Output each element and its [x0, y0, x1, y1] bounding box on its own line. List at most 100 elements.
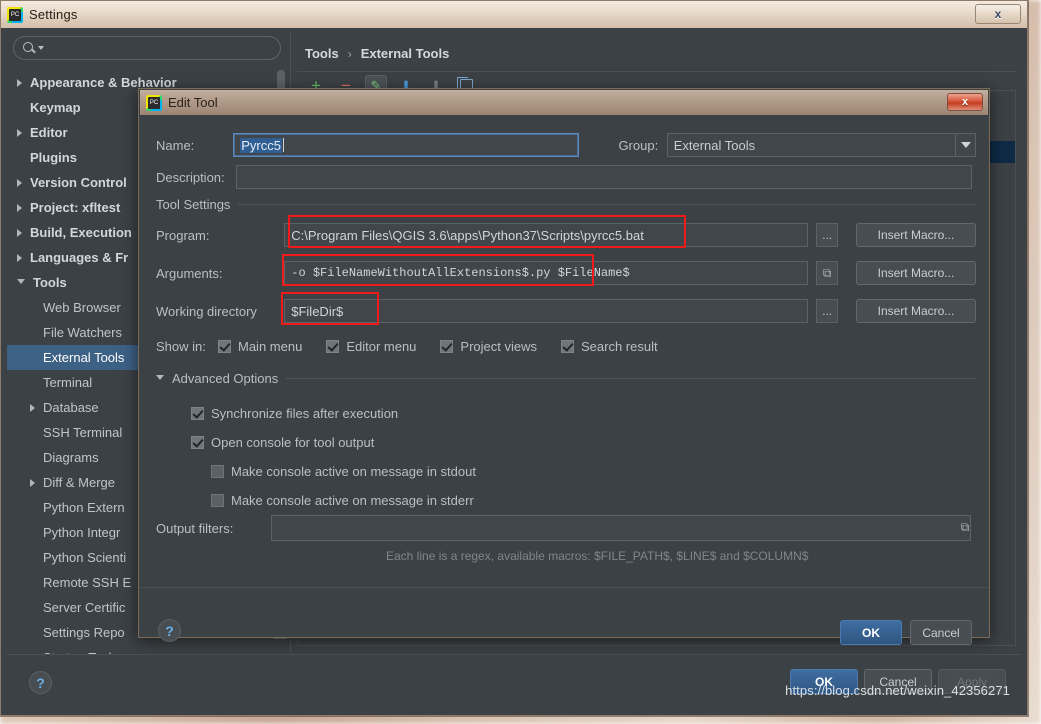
divider — [238, 204, 976, 205]
search-icon — [22, 41, 36, 55]
checkbox-icon[interactable] — [191, 407, 204, 420]
sidebar-item-label: Project: xfltest — [30, 200, 121, 215]
advanced-option-label: Make console active on message in stdout — [231, 464, 476, 479]
advanced-option-label: Make console active on message in stderr — [231, 493, 474, 508]
show-in-label: Show in: — [156, 339, 206, 354]
group-select[interactable]: External Tools — [666, 133, 976, 157]
advanced-option-label: Open console for tool output — [211, 435, 375, 450]
chevron-down-icon — [156, 375, 164, 384]
sidebar-item-label: Build, Execution — [30, 225, 132, 240]
sidebar-item-label: Plugins — [30, 150, 77, 165]
description-input[interactable] — [236, 165, 972, 189]
advanced-option[interactable]: Open console for tool output — [156, 428, 976, 457]
dialog-title: Edit Tool — [168, 95, 218, 110]
breadcrumb-separator: › — [347, 46, 352, 61]
chevron-down-icon — [38, 46, 44, 50]
working-directory-label: Working directory — [156, 303, 257, 319]
program-input-value: C:\Program Files\QGIS 3.6\apps\Python37\… — [291, 227, 644, 243]
advanced-option[interactable]: Make console active on message in stdout — [156, 457, 976, 486]
sidebar-item-label: Diff & Merge — [43, 475, 116, 490]
checkbox-icon[interactable] — [211, 494, 224, 507]
checkbox-icon[interactable] — [191, 436, 204, 449]
program-label: Program: — [156, 227, 210, 243]
window-close-button[interactable]: x — [975, 4, 1021, 24]
output-filters-label: Output filters: — [156, 520, 234, 536]
window-title: Settings — [29, 7, 78, 22]
chevron-right-icon — [30, 478, 35, 487]
working-directory-insert-macro-button[interactable]: Insert Macro... — [855, 299, 976, 323]
pycharm-icon — [146, 94, 162, 111]
working-directory-input[interactable]: $FileDir$ — [284, 299, 809, 323]
name-input[interactable]: Pyrcc5 — [233, 133, 580, 157]
advanced-options-header[interactable]: Advanced Options — [156, 371, 976, 386]
chevron-right-icon — [17, 128, 22, 137]
program-browse-button[interactable]: ... — [816, 223, 838, 247]
sidebar-item-label: Version Control — [30, 175, 127, 190]
advanced-options-list: Synchronize files after execution Open co… — [156, 399, 976, 515]
dialog-ok-button[interactable]: OK — [840, 620, 902, 645]
checkbox-icon[interactable] — [560, 340, 574, 353]
sidebar-item-label: Languages & Fr — [30, 250, 129, 265]
advanced-option-label: Synchronize files after execution — [211, 406, 399, 421]
arguments-input-value: -o $FileNameWithoutAllExtensions$.py $Fi… — [291, 266, 630, 280]
search-input[interactable] — [13, 36, 281, 60]
group-label: Group: — [618, 137, 659, 153]
expand-icon: ⧉ — [822, 265, 832, 280]
checkbox-icon[interactable] — [440, 340, 454, 353]
divider — [140, 587, 988, 588]
show-in-option-label: Editor menu — [346, 339, 417, 354]
divider — [286, 378, 976, 379]
sidebar-item-label: Diagrams — [43, 450, 99, 465]
sidebar-item-label: Editor — [30, 125, 68, 140]
program-input[interactable]: C:\Program Files\QGIS 3.6\apps\Python37\… — [284, 223, 809, 247]
working-directory-input-value: $FileDir$ — [291, 303, 344, 319]
checkbox-icon[interactable] — [211, 465, 224, 478]
arguments-input[interactable]: -o $FileNameWithoutAllExtensions$.py $Fi… — [284, 261, 809, 285]
sidebar-item-label: Python Extern — [43, 500, 125, 515]
sidebar-item-label: Database — [43, 400, 99, 415]
sidebar-item-label: Terminal — [43, 375, 93, 390]
show-in-option[interactable]: Project views — [440, 339, 537, 354]
show-in-option[interactable]: Main menu — [218, 339, 302, 354]
show-in-row: Show in: Main menu Editor menu Project vie… — [156, 339, 976, 354]
program-insert-macro-button[interactable]: Insert Macro... — [855, 223, 976, 247]
sidebar-item-label: Settings Repo — [43, 625, 125, 640]
checkbox-icon[interactable] — [326, 340, 340, 353]
chevron-right-icon — [17, 228, 22, 237]
dialog-cancel-button[interactable]: Cancel — [910, 620, 972, 645]
tool-settings-group-header: Tool Settings — [156, 197, 976, 212]
checkbox-icon[interactable] — [218, 340, 231, 353]
dialog-help-button[interactable]: ? — [158, 619, 181, 642]
working-directory-browse-button[interactable]: ... — [816, 299, 838, 323]
sidebar-item-label: SSH Terminal — [43, 425, 123, 440]
sidebar-item-label: Remote SSH E — [43, 575, 132, 590]
arguments-label: Arguments: — [156, 265, 223, 281]
dialog-titlebar: Edit Tool x — [140, 90, 988, 115]
advanced-option[interactable]: Synchronize files after execution — [156, 399, 976, 428]
breadcrumb: Tools › External Tools — [291, 32, 1022, 61]
sidebar-item-label: External Tools — [43, 350, 125, 365]
name-input-value: Pyrcc5 — [240, 137, 282, 153]
show-in-option[interactable]: Editor menu — [326, 339, 416, 354]
sidebar-item-label: Web Browser — [43, 300, 121, 315]
advanced-option[interactable]: Make console active on message in stderr — [156, 486, 976, 515]
sidebar-item-label: Python Integr — [43, 525, 121, 540]
edit-tool-dialog: Edit Tool x Name: Pyrcc5 Group: External… — [138, 88, 990, 645]
breadcrumb-parent[interactable]: Tools — [305, 46, 339, 61]
output-filters-input[interactable] — [271, 515, 971, 541]
group-select-value: External Tools — [673, 137, 756, 153]
dialog-close-button[interactable]: x — [947, 93, 983, 111]
show-in-option[interactable]: Search result — [560, 339, 658, 354]
arguments-expand-button[interactable]: ⧉ — [816, 261, 838, 285]
description-label: Description: — [156, 169, 225, 185]
sidebar-item-label: Server Certific — [43, 600, 126, 615]
arguments-insert-macro-button[interactable]: Insert Macro... — [855, 261, 976, 285]
chevron-right-icon — [17, 78, 22, 87]
show-in-option-label: Project views — [460, 339, 537, 354]
text-caret — [282, 138, 284, 152]
output-filters-expand-button[interactable]: ⧉ — [954, 515, 976, 539]
chevron-right-icon — [30, 403, 35, 412]
sidebar-item-label: Python Scienti — [43, 550, 127, 565]
breadcrumb-current: External Tools — [360, 46, 450, 61]
help-button[interactable]: ? — [29, 671, 52, 694]
